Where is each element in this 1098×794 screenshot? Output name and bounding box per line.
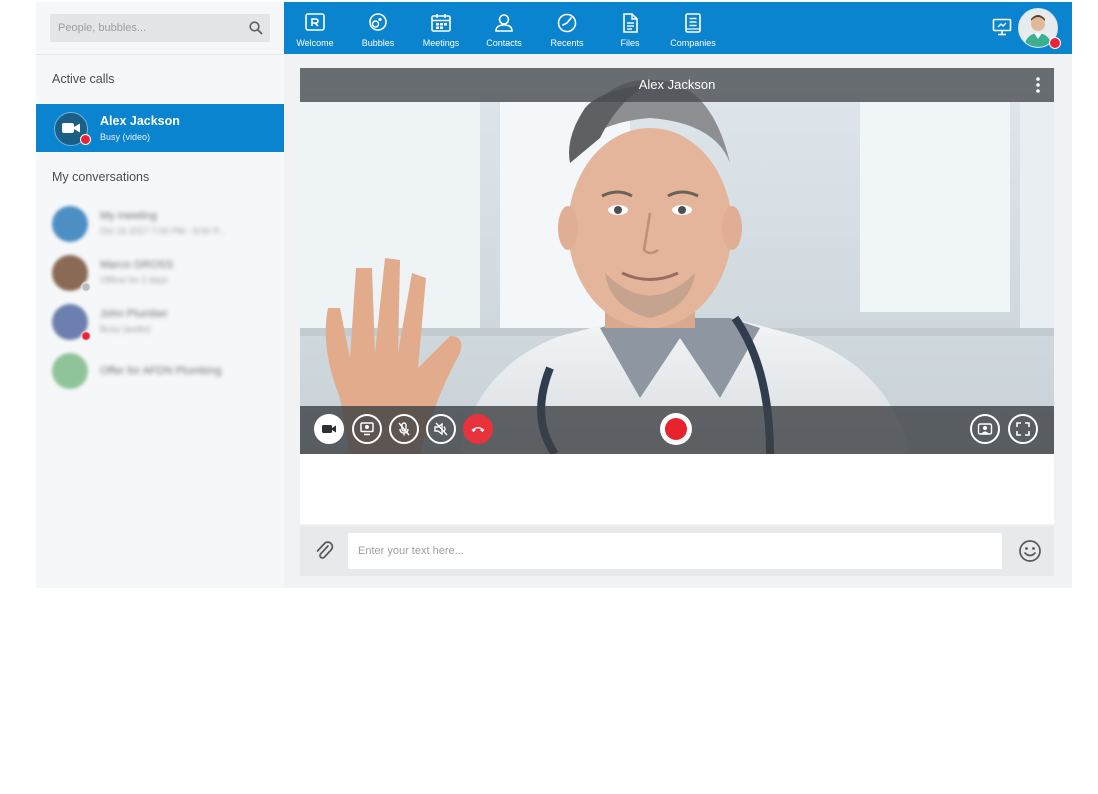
message-composer <box>300 526 1054 576</box>
nav-label: Companies <box>670 38 716 48</box>
video-feed: Alex Jackson <box>300 68 1054 454</box>
calendar-icon <box>431 14 451 32</box>
self-view-icon <box>977 423 993 435</box>
search-icon[interactable] <box>248 20 264 36</box>
conversation-subtitle: Oct 16 2017 7:00 PM - 8:00 P... <box>100 226 226 236</box>
active-call-name: Alex Jackson <box>100 114 180 128</box>
switch-view-button[interactable] <box>970 414 1000 444</box>
video-participant-name: Alex Jackson <box>638 77 716 92</box>
avatar <box>52 206 88 242</box>
video-camera-icon <box>322 425 336 433</box>
active-call-item[interactable]: Alex Jackson Busy (video) <box>36 104 284 152</box>
record-button[interactable] <box>660 413 692 445</box>
share-screen-button[interactable] <box>352 414 382 444</box>
nav-label: Files <box>620 38 640 48</box>
nav-companies[interactable]: Companies <box>662 2 724 54</box>
conversation-name: Offer for AFDN Plumbing <box>100 365 222 377</box>
my-conversations-heading: My conversations <box>52 170 150 184</box>
active-call-status: Busy (video) <box>100 132 151 142</box>
companies-icon <box>685 13 701 33</box>
screen-share-icon <box>360 422 374 436</box>
top-nav-bar: Welcome Bubbles Meetings Contacts Recent… <box>284 2 1072 54</box>
emoji-icon[interactable] <box>1018 539 1042 563</box>
call-controls-bar <box>300 406 1054 454</box>
bubbles-icon <box>369 13 387 31</box>
message-input[interactable] <box>348 533 1002 569</box>
nav-welcome[interactable]: Welcome <box>284 2 346 54</box>
nav-files[interactable]: Files <box>599 2 661 54</box>
conversation-item[interactable]: John Plumber Busy (audio) <box>52 302 272 342</box>
files-icon <box>623 13 638 33</box>
nav-label: Welcome <box>296 38 334 48</box>
speaker-mute-button[interactable] <box>426 414 456 444</box>
microphone-muted-icon <box>398 422 410 436</box>
fullscreen-button[interactable] <box>1008 414 1038 444</box>
conversation-name: John Plumber <box>100 308 168 320</box>
app-window: Active calls Alex Jackson Busy (video) M… <box>36 2 1072 588</box>
more-options-icon[interactable] <box>1036 77 1040 93</box>
record-icon <box>665 418 687 440</box>
nav-label: Meetings <box>422 38 460 48</box>
offline-status-dot <box>81 282 91 292</box>
contacts-icon <box>495 14 513 32</box>
hang-up-button[interactable] <box>463 414 493 444</box>
mute-microphone-button[interactable] <box>389 414 419 444</box>
screen-share-icon[interactable] <box>992 18 1012 36</box>
phone-hangup-icon <box>471 427 485 432</box>
main-panel: Alex Jackson <box>284 54 1072 588</box>
nav-label: Contacts <box>486 38 522 48</box>
speaker-muted-icon <box>434 422 448 436</box>
paperclip-icon[interactable] <box>314 540 334 562</box>
conversation-subtitle: Offline for 2 days <box>100 275 168 285</box>
nav-contacts[interactable]: Contacts <box>473 2 535 54</box>
busy-status-dot <box>81 331 91 341</box>
divider <box>36 54 284 55</box>
welcome-icon <box>305 13 325 31</box>
conversation-subtitle: Busy (audio) <box>100 324 151 334</box>
conversation-name: Marco GROSS <box>100 259 174 271</box>
avatar <box>52 353 88 389</box>
conversation-item[interactable]: Offer for AFDN Plumbing <box>52 351 272 391</box>
busy-status-dot <box>1049 37 1061 49</box>
nav-label: Recents <box>550 38 584 48</box>
nav-label: Bubbles <box>361 38 395 48</box>
nav-bubbles[interactable]: Bubbles <box>347 2 409 54</box>
video-header: Alex Jackson <box>300 68 1054 102</box>
search-input[interactable] <box>50 14 246 42</box>
nav-meetings[interactable]: Meetings <box>410 2 472 54</box>
conversation-item[interactable]: My meeting Oct 16 2017 7:00 PM - 8:00 P.… <box>52 204 272 244</box>
nav-recents[interactable]: Recents <box>536 2 598 54</box>
video-camera-icon <box>62 123 80 133</box>
active-calls-heading: Active calls <box>52 72 115 86</box>
conversation-name: My meeting <box>100 210 157 222</box>
conversation-item[interactable]: Marco GROSS Offline for 2 days <box>52 253 272 293</box>
camera-toggle-button[interactable] <box>314 414 344 444</box>
sidebar: Active calls Alex Jackson Busy (video) M… <box>36 2 285 588</box>
message-history <box>300 454 1054 524</box>
video-picture <box>300 68 1054 454</box>
busy-status-dot <box>80 134 91 145</box>
search-box <box>50 14 270 42</box>
recents-icon <box>557 13 577 33</box>
fullscreen-icon <box>1016 422 1030 436</box>
